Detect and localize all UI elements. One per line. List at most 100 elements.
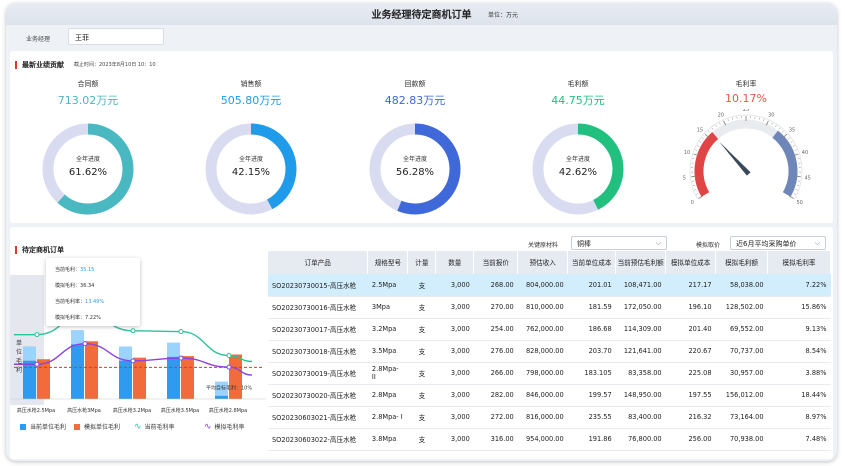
material-value: 铜棒: [577, 240, 591, 248]
table-row[interactable]: SO20230730020-高压水枪 2.8Mpa 支 3,000 282.00 846,…: [268, 384, 831, 407]
ring-value: 42.15%: [231, 167, 271, 178]
legend-item[interactable]: 当前单位毛利: [20, 422, 66, 431]
table-cell: 282.00: [473, 384, 518, 407]
table-cell: 支: [407, 362, 436, 385]
table-cell: 2.8Mpa- II: [367, 362, 408, 385]
line-point[interactable]: [34, 361, 40, 367]
table-row[interactable]: SO20230730016-高压水枪 3Mpa 支 3,000 270.00 810,00…: [268, 296, 831, 319]
line-point[interactable]: [226, 364, 232, 370]
table-cell: SO20230730015-高压水枪: [268, 274, 368, 297]
legend-item[interactable]: ∿ 模拟毛利率: [204, 422, 245, 432]
column-header[interactable]: 预估收入: [517, 251, 569, 274]
bar-sim-margin[interactable]: [229, 354, 242, 399]
column-header[interactable]: 计量: [407, 251, 437, 274]
table-cell: 3,000: [435, 274, 474, 297]
table-row[interactable]: SO20230730018-高压水枪 3.5Mpa 支 3,000 276.00 828,…: [268, 340, 831, 363]
gauge-tick-label: 35: [789, 128, 795, 134]
x-tick-label: 高压水枪2.5Mpa: [16, 408, 56, 414]
table-cell: 268.00: [473, 274, 518, 297]
column-header[interactable]: 订单产品: [268, 251, 369, 274]
column-header[interactable]: 模拟单位成本: [665, 251, 717, 274]
table-cell: 810,000.00: [517, 296, 568, 319]
gauge-tick: [691, 175, 697, 178]
table-cell: 3,000: [435, 362, 474, 385]
table-cell: 256.00: [665, 428, 716, 451]
gauge-tick: [789, 195, 794, 199]
column-header[interactable]: 当前单位成本: [567, 251, 617, 274]
table-cell: 58,038.00: [715, 274, 768, 297]
table-cell: 191.86: [567, 428, 616, 451]
table-cell: 203.70: [567, 340, 616, 363]
legend-item[interactable]: ∿ 当前毛利率: [134, 422, 175, 432]
table-cell: 支: [407, 406, 436, 429]
column-header[interactable]: 模拟毛利额: [715, 251, 769, 274]
table-cell: 15.86%: [767, 296, 831, 319]
table-cell: 3.88%: [767, 362, 831, 385]
table-cell: 235.55: [567, 406, 616, 429]
bar-sim-margin[interactable]: [133, 357, 146, 399]
column-header[interactable]: 当前预估毛利额: [615, 251, 667, 274]
table-cell: 支: [407, 274, 436, 297]
table-row[interactable]: SO20230603022-高压水枪 3.8Mpa 支 3,000 316.00 954,…: [268, 428, 831, 451]
manager-input[interactable]: 王菲: [68, 28, 164, 45]
table-cell: 196.10: [665, 296, 716, 319]
gauge-tick: [763, 118, 765, 122]
table-cell: 8.54%: [767, 340, 831, 363]
price-select[interactable]: 近6月平均采购单价 ⌵: [730, 236, 826, 250]
line-point[interactable]: [34, 332, 40, 338]
performance-panel: 最新业绩贡献 截止时间：2023年8月10日 10：10 合同额 713.02万元…: [10, 51, 833, 223]
metric-label: 毛利额: [567, 80, 589, 88]
line-point[interactable]: [82, 341, 88, 347]
column-header[interactable]: 规格型号: [367, 251, 409, 274]
table-cell: 3,000: [435, 340, 474, 363]
table-cell: 816,000.00: [517, 406, 568, 429]
table-cell: 73,164.00: [715, 406, 768, 429]
column-header[interactable]: 模拟毛利率: [767, 251, 831, 274]
line-point[interactable]: [226, 352, 232, 358]
gauge-tick: [696, 193, 699, 195]
table-cell: 217.17: [665, 274, 716, 297]
table-cell: 846,000.00: [517, 384, 568, 407]
table-cell: 225.08: [665, 362, 716, 385]
metric-value: 10.17%: [725, 92, 767, 105]
line-point[interactable]: [178, 329, 184, 335]
x-tick-label: 高压水枪3Mpa: [67, 408, 101, 414]
average-target-label: 平均目标毛利：10%: [206, 384, 252, 391]
ring-label: 全年进度: [75, 156, 100, 163]
orders-table: 订单产品 规格型号 计量 数量 当前报价 预估收入 当前单位成本 当前预估毛利额 模拟单位成本模…: [268, 251, 831, 451]
table-cell: 7.48%: [767, 428, 831, 451]
column-header[interactable]: 数量: [435, 251, 475, 274]
bar-sim-margin[interactable]: [85, 341, 98, 399]
metric-card: 合同额 713.02万元: [28, 79, 148, 108]
ring-value: 56.28%: [395, 167, 435, 178]
bar-current-margin-top: [23, 346, 36, 361]
bar-sim-margin[interactable]: [181, 356, 194, 399]
column-header[interactable]: 当前报价: [473, 251, 519, 274]
table-row[interactable]: SO20230730019-高压水枪 2.8Mpa- II 支 3,000 266.00…: [268, 362, 831, 385]
gauge-band: [712, 119, 778, 139]
tooltip-row-sim-rate: 模拟毛利率：7.22%: [55, 315, 101, 321]
tooltip-row-current-rate: 当前毛利率：13.49%: [55, 299, 105, 305]
gauge-tick: [793, 193, 796, 195]
metric-label: 回款额: [404, 80, 426, 88]
material-select[interactable]: 铜棒 ⌵: [571, 236, 667, 250]
ring-center: 全年进度 61.62%: [58, 154, 118, 178]
line-point[interactable]: [178, 355, 184, 361]
ring-center: 全年进度 42.62%: [548, 154, 608, 178]
gauge-tick-label: 15: [697, 128, 703, 134]
tooltip-row-sim-margin: 模拟毛利：36.34: [55, 283, 95, 289]
table-row[interactable]: SO20230730015-高压水枪 2.5Mpa 支 3,000 268.00 804,…: [268, 274, 831, 297]
legend-label: 当前单位毛利: [30, 424, 67, 431]
table-row[interactable]: SO20230603021-高压水枪 2.8Mpa- I 支 3,000 272.00 8…: [268, 406, 831, 429]
line-point[interactable]: [130, 328, 136, 334]
table-cell: 9.13%: [767, 318, 831, 341]
gauge-tick: [695, 149, 698, 151]
legend-item[interactable]: 模拟单位毛利: [74, 422, 120, 431]
metric-gross-margin-rate: 毛利率 10.17%: [686, 79, 806, 105]
table-row[interactable]: SO20230730017-高压水枪 3.2Mpa 支 3,000 254.00 762,…: [268, 318, 831, 341]
gauge-tick: [692, 185, 696, 187]
x-tick-label: 高压水枪2.8Mpa: [208, 408, 248, 414]
table-cell: 69,552.00: [715, 318, 768, 341]
line-point[interactable]: [130, 358, 136, 364]
bar-current-margin-top: [71, 330, 84, 345]
